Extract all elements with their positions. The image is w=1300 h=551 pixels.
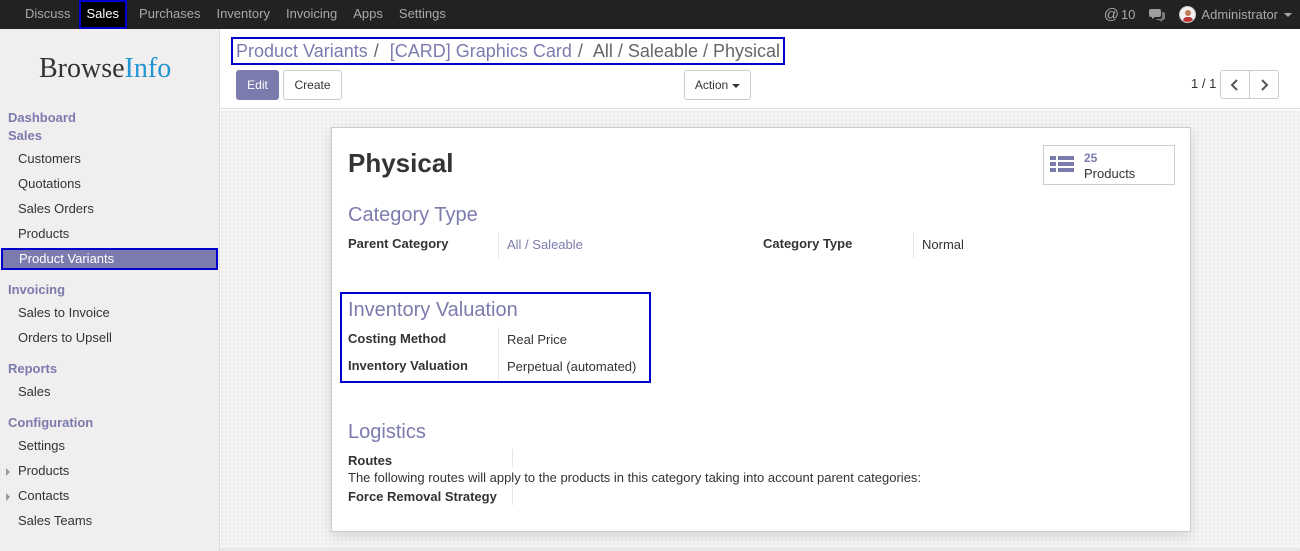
products-count: 25	[1084, 151, 1098, 165]
app-menu: Discuss Sales Purchases Inventory Invoic…	[17, 0, 454, 29]
breadcrumb: Product Variants / [CARD] Graphics Card …	[231, 37, 785, 65]
caret-right-icon	[6, 493, 10, 501]
parent-category-field[interactable]: All / Saleable	[498, 232, 698, 258]
sidebar-item-product-variants[interactable]: Product Variants	[1, 248, 218, 270]
control-panel: Product Variants / [CARD] Graphics Card …	[220, 29, 1300, 109]
menu-invoicing[interactable]: Invoicing	[278, 0, 345, 29]
chevron-left-icon	[1230, 79, 1238, 91]
record-title: Physical	[348, 148, 454, 178]
costing-method-field[interactable]: Real Price	[498, 327, 643, 353]
breadcrumb-current: All / Saleable / Physical	[592, 41, 780, 61]
field-divider	[512, 449, 513, 467]
sidebar: BrowseInfo Dashboard Sales Customers Quo…	[0, 29, 220, 551]
menu-apps[interactable]: Apps	[345, 0, 391, 29]
top-navbar: Discuss Sales Purchases Inventory Invoic…	[0, 0, 1300, 29]
chat-icon	[1149, 8, 1166, 22]
sidebar-item-sales-orders[interactable]: Sales Orders	[0, 198, 218, 220]
sidebar-item-contacts[interactable]: Contacts	[0, 485, 218, 507]
menu-discuss[interactable]: Discuss	[17, 0, 79, 29]
inventory-valuation-field[interactable]: Perpetual (automated)	[498, 354, 643, 380]
menu-inventory[interactable]: Inventory	[208, 0, 277, 29]
sidebar-head-sales: Sales	[8, 128, 42, 143]
chevron-right-icon	[1261, 79, 1269, 91]
pager-next-button[interactable]	[1249, 70, 1279, 99]
caret-right-icon	[6, 468, 10, 476]
sidebar-item-sales-teams[interactable]: Sales Teams	[0, 510, 218, 532]
removal-strategy-label: Force Removal Strategy	[348, 489, 497, 504]
sidebar-item-products[interactable]: Products	[0, 223, 218, 245]
section-logistics: Logistics	[348, 421, 426, 443]
section-inventory-valuation: Inventory Valuation	[348, 299, 518, 321]
routes-label: Routes	[348, 453, 393, 468]
action-label: Action	[694, 78, 729, 92]
sidebar-item-settings[interactable]: Settings	[0, 435, 218, 457]
mentions-count: 10	[1120, 7, 1136, 22]
sidebar-item-label: Contacts	[18, 488, 70, 503]
edit-button[interactable]: Edit	[236, 70, 279, 100]
sidebar-head-dashboard[interactable]: Dashboard	[8, 110, 76, 125]
sidebar-item-orders-to-upsell[interactable]: Orders to Upsell	[0, 327, 218, 349]
sidebar-head-reports: Reports	[8, 361, 58, 376]
avatar	[1179, 6, 1197, 23]
breadcrumb-item-variants[interactable]: Product Variants	[236, 41, 368, 61]
category-type-field[interactable]: Normal	[913, 232, 1113, 258]
sidebar-head-invoicing: Invoicing	[8, 282, 66, 297]
costing-method-label: Costing Method	[348, 331, 447, 346]
routes-note: The following routes will apply to the p…	[348, 470, 922, 485]
sidebar-item-sales-to-invoice[interactable]: Sales to Invoice	[0, 302, 218, 324]
chevron-down-icon	[1284, 12, 1292, 17]
create-button[interactable]: Create	[283, 70, 342, 100]
logo-text-part1: Browse	[39, 53, 125, 84]
category-type-label: Category Type	[763, 236, 853, 251]
form-view: Physical 25 Products Category Type Paren…	[220, 110, 1300, 551]
logo: BrowseInfo	[39, 53, 171, 85]
logo-text-part2: Info	[124, 53, 172, 84]
user-name: Administrator	[1201, 7, 1278, 22]
sidebar-item-customers[interactable]: Customers	[0, 148, 218, 170]
mentions-button[interactable]: @ 10	[1104, 6, 1136, 23]
at-icon: @	[1103, 6, 1119, 23]
removal-strategy-field[interactable]	[512, 485, 513, 505]
chevron-down-icon	[732, 83, 741, 88]
form-sheet: Physical 25 Products Category Type Paren…	[331, 127, 1191, 532]
menu-sales[interactable]: Sales	[78, 0, 128, 29]
breadcrumb-separator: /	[577, 41, 583, 61]
inventory-valuation-label: Inventory Valuation	[348, 358, 468, 373]
pager-previous-button[interactable]	[1220, 70, 1250, 99]
breadcrumb-item-product[interactable]: [CARD] Graphics Card	[390, 41, 572, 61]
breadcrumb-separator: /	[373, 41, 379, 61]
menu-settings[interactable]: Settings	[391, 0, 454, 29]
products-label: Products	[1084, 166, 1136, 181]
menu-purchases[interactable]: Purchases	[131, 0, 208, 29]
section-category-type: Category Type	[348, 204, 478, 226]
sidebar-item-label: Products	[18, 463, 70, 478]
sidebar-item-reports-sales[interactable]: Sales	[0, 381, 218, 403]
products-smart-button[interactable]: 25 Products	[1043, 145, 1175, 185]
messages-button[interactable]	[1149, 8, 1166, 22]
sidebar-item-quotations[interactable]: Quotations	[0, 173, 218, 195]
systray: @ 10 Administrator	[1090, 0, 1292, 29]
user-menu[interactable]: Administrator	[1179, 6, 1292, 23]
parent-category-label: Parent Category	[348, 236, 449, 251]
sidebar-head-configuration: Configuration	[8, 415, 94, 430]
pager-value[interactable]: 1 / 1	[1191, 76, 1216, 91]
action-dropdown[interactable]: Action	[684, 70, 751, 100]
sidebar-item-config-products[interactable]: Products	[0, 460, 218, 482]
list-icon	[1050, 156, 1074, 172]
